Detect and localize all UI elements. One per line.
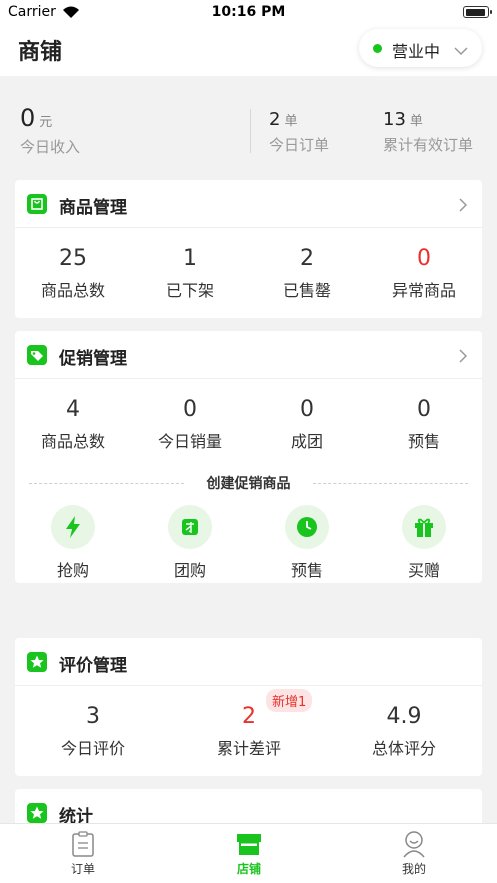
stat-value: 0 [183, 397, 197, 422]
tag-icon [27, 345, 47, 365]
reviews-title: 评价管理 [59, 656, 127, 676]
promo-title: 促销管理 [59, 349, 127, 369]
stat-label: 商品总数 [40, 432, 105, 451]
goods-card: 商品管理 25 商品总数 1 已下架 2 已售罄 0 异常商品 [15, 180, 482, 318]
orders-unit: 单 [284, 114, 298, 129]
reviews-stats: 新增1 3 今日评价 2 累计差评 4.9 总体评分 [15, 686, 482, 776]
tool-label: 抢购 [56, 561, 89, 580]
dashed-line [313, 483, 468, 484]
reviews-stat-today[interactable]: 3 今日评价 [15, 704, 171, 759]
chevron-right-icon [459, 348, 468, 367]
promo-tools: 抢购 团购 预售 买赠 [15, 499, 482, 583]
chevron-down-icon [454, 41, 468, 60]
promo-card: 促销管理 4 商品总数 0 今日销量 0 成团 0 预售 创建促销商品 抢购 团… [15, 331, 482, 583]
stat-value: 25 [59, 246, 87, 271]
promo-stat-sales[interactable]: 0 今日销量 [132, 397, 248, 452]
stat-value: 1 [183, 246, 197, 271]
today-orders: 2单 今日订单 [269, 109, 329, 155]
goods-stat-abnormal[interactable]: 0 异常商品 [366, 246, 482, 301]
header: 商铺 营业中 [0, 26, 497, 76]
stat-label: 已售罄 [282, 281, 331, 300]
tool-label: 预售 [290, 561, 323, 580]
orders-value: 2 [269, 109, 281, 130]
reviews-stat-negative[interactable]: 2 累计差评 [171, 704, 327, 759]
tab-label: 我的 [401, 862, 426, 876]
stat-label: 总体评分 [371, 739, 436, 758]
group-buy-icon [168, 505, 212, 549]
stat-label: 累计差评 [216, 739, 281, 758]
stat-label: 成团 [290, 432, 323, 451]
divider [250, 109, 251, 153]
clock-icon [285, 505, 329, 549]
stat-label: 商品总数 [40, 281, 105, 300]
valid-orders: 13 单 累计有效订单 [383, 109, 473, 155]
clock: 10:16 PM [211, 4, 286, 20]
tab-label: 店铺 [236, 862, 261, 876]
stat-label: 预售 [407, 432, 440, 451]
store-icon [237, 834, 261, 855]
reviews-card: 评价管理 新增1 3 今日评价 2 累计差评 4.9 总体评分 [15, 638, 482, 776]
business-status-label: 营业中 [392, 42, 441, 61]
group-buy-button[interactable]: 团购 [140, 505, 240, 581]
status-dot-icon [373, 44, 382, 53]
promo-stat-total[interactable]: 4 商品总数 [15, 397, 131, 452]
star-icon [27, 652, 47, 672]
chevron-right-icon [459, 197, 468, 216]
goods-title: 商品管理 [59, 198, 127, 218]
battery-icon [463, 6, 492, 18]
gift-icon [402, 505, 446, 549]
goods-stat-delisted[interactable]: 1 已下架 [132, 246, 248, 301]
stat-value: 3 [86, 704, 100, 729]
stat-label: 已下架 [165, 281, 214, 300]
stat-value: 2 [300, 246, 314, 271]
promo-stats: 4 商品总数 0 今日销量 0 成团 0 预售 [15, 379, 482, 469]
tab-mine[interactable]: 我的 [331, 830, 497, 877]
tool-label: 买赠 [407, 561, 440, 580]
stat-value: 4 [66, 397, 80, 422]
stat-value: 2 [242, 704, 256, 729]
stat-label: 今日评价 [60, 739, 125, 758]
goods-stats: 25 商品总数 1 已下架 2 已售罄 0 异常商品 [15, 228, 482, 318]
bag-icon [27, 194, 47, 214]
valid-orders-unit: 单 [409, 114, 423, 129]
orders-label: 今日订单 [269, 136, 330, 154]
lightning-icon [51, 505, 95, 549]
income-label: 今日收入 [20, 138, 81, 156]
flash-sale-button[interactable]: 抢购 [23, 505, 123, 581]
promo-stat-presale[interactable]: 0 预售 [366, 397, 482, 452]
stat-value: 0 [417, 246, 431, 271]
status-bar: Carrier 10:16 PM [0, 0, 497, 26]
valid-orders-value: 13 [383, 109, 406, 130]
stat-label: 今日销量 [157, 432, 222, 451]
promo-stat-grouped[interactable]: 0 成团 [249, 397, 365, 452]
goods-stat-total[interactable]: 25 商品总数 [15, 246, 131, 301]
reviews-stat-rating[interactable]: 4.9 总体评分 [326, 704, 482, 759]
stat-value: 0 [417, 397, 431, 422]
create-promo-divider: 创建促销商品 [15, 469, 482, 499]
today-income: 0元 今日收入 [20, 104, 80, 157]
valid-orders-label: 累计有效订单 [383, 136, 474, 154]
tab-store[interactable]: 店铺 [166, 830, 332, 877]
buy-gift-button[interactable]: 买赠 [374, 505, 474, 581]
business-status-dropdown[interactable]: 营业中 [359, 29, 482, 67]
stat-value: 4.9 [386, 704, 422, 729]
goods-stat-soldout[interactable]: 2 已售罄 [249, 246, 365, 301]
stat-label: 异常商品 [391, 281, 456, 300]
reviews-header[interactable]: 评价管理 [15, 638, 482, 686]
page-title: 商铺 [18, 40, 63, 65]
overview: 0元 今日收入 2单 今日订单 13 单 累计有效订单 [0, 76, 497, 168]
user-icon [403, 831, 425, 858]
income-unit: 元 [39, 115, 53, 130]
tab-bar: 订单 店铺 我的 [0, 823, 497, 883]
goods-header[interactable]: 商品管理 [15, 180, 482, 228]
tab-label: 订单 [70, 862, 95, 876]
tool-label: 团购 [173, 561, 206, 580]
income-value: 0 [20, 104, 36, 132]
clipboard-icon [72, 831, 94, 857]
star-icon [27, 803, 47, 823]
stat-value: 0 [300, 397, 314, 422]
presale-button[interactable]: 预售 [257, 505, 357, 581]
promo-header[interactable]: 促销管理 [15, 331, 482, 379]
tab-orders[interactable]: 订单 [0, 830, 166, 877]
